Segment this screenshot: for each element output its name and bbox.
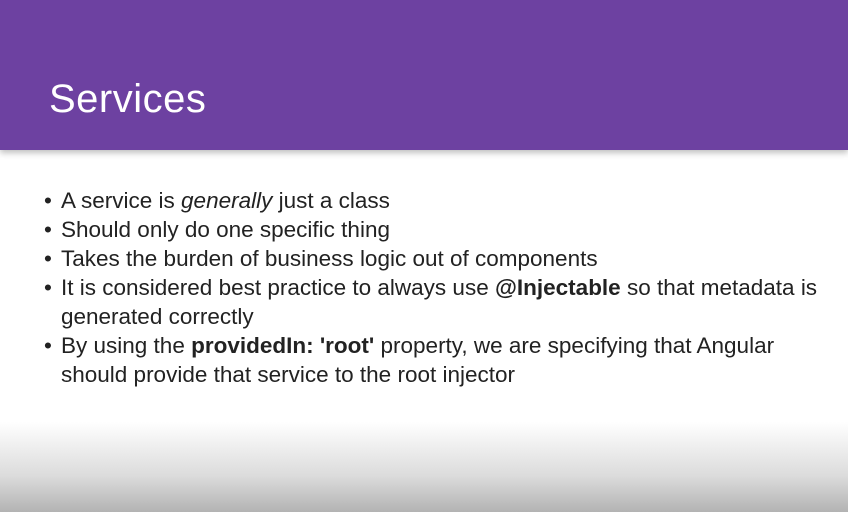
bullet-item-injectable: • It is considered best practice to alway…	[44, 273, 834, 331]
bullet-dot: •	[44, 246, 52, 271]
bullet-emphasis: generally	[181, 188, 273, 213]
bullet-item-one-thing: • Should only do one specific thing	[44, 215, 834, 244]
bullet-list: • A service is generally just a class • Sh…	[44, 186, 834, 389]
bullet-text: A service is	[61, 188, 182, 213]
bullet-text: Takes the burden of business logic out o…	[61, 246, 598, 271]
bullet-dot: •	[44, 275, 52, 300]
bullet-text: By using the	[61, 333, 192, 358]
bullet-dot: •	[44, 188, 52, 213]
bullet-item-provided-in: • By using the providedIn: 'root' propert…	[44, 331, 834, 389]
bullet-keyword: providedIn: 'root'	[191, 333, 375, 358]
bullet-keyword: @Injectable	[494, 275, 621, 300]
bullet-text: It is considered best practice to always…	[61, 275, 495, 300]
slide-title: Services	[49, 77, 207, 121]
bullet-text: just a class	[272, 188, 390, 213]
bullet-item-service-class: • A service is generally just a class	[44, 186, 834, 215]
bullet-dot: •	[44, 333, 52, 358]
bottom-fade	[0, 422, 848, 512]
slide: Services • A service is generally just a …	[0, 0, 848, 512]
bullet-dot: •	[44, 217, 52, 242]
bullet-text: Should only do one specific thing	[61, 217, 390, 242]
bullet-item-business-logic: • Takes the burden of business logic out …	[44, 244, 834, 273]
title-bar: Services	[0, 0, 848, 150]
